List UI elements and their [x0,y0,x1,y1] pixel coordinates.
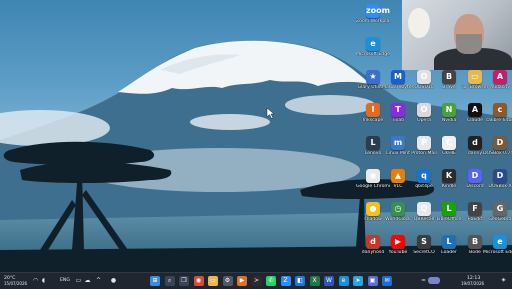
kindle-icon: K [442,169,456,183]
desktop: zoomZoom WorkplaceeMicrosoft Edge★Glary … [0,0,512,272]
ckhie-icon: C [442,136,456,150]
telegram-icon[interactable]: ➤ [353,276,363,286]
settings-icon[interactable]: ⚙ [222,276,233,286]
taskbar: 20°C 15/07/2026 ◠ ◖ ENG ▭ ☁ ^ ● ⊞ ⌕ ❐ ◉ ▭ ⚙ ▶ >… [0,272,512,289]
youtube-icon: ▶ [391,235,405,249]
desktop-icon-label: GeoGebra [488,217,512,222]
file-explorer-icon[interactable]: ▭ [208,276,218,286]
whatsapp-icon[interactable]: ✆ [266,276,276,286]
tixati-icon: T [391,103,405,117]
claude-icon: A [468,103,482,117]
vlc-icon: ▲ [391,169,405,183]
edge-icon[interactable]: e [338,276,349,286]
discord-icon: D [468,169,482,183]
desktop-icon[interactable]: D DOSBox-X [485,167,512,197]
date-left: 15/07/2026 [4,281,28,286]
vscode-icon[interactable]: ◧ [295,276,305,286]
loader-icon: L [442,235,456,249]
desktop-icon-label: Microsoft Edge [483,250,512,255]
proton-icon: P [417,136,431,150]
start-icon[interactable]: ⊞ [150,276,160,286]
qbit-icon: q [417,169,431,183]
dosboxx-icon: D [493,169,507,183]
inkscape-icon: I [366,103,380,117]
user-icon[interactable] [428,277,440,284]
dosbox-icon: D [493,136,507,150]
mail-icon[interactable]: ✉ [382,276,392,286]
desktop-icon[interactable]: zoomZoom Workplace [356,2,390,32]
calibre-icon: c [493,103,507,117]
chrome-icon[interactable]: ◉ [193,276,204,286]
webcam-overlay [402,0,512,70]
terminal-icon[interactable]: > [251,276,262,286]
photos-icon[interactable]: ▣ [367,276,378,286]
bode-icon: B [468,235,482,249]
fbedit-icon: F [468,202,482,216]
cloud-icon[interactable]: ☁ [84,277,91,284]
zoom-icon: zoom [366,4,390,18]
opera-icon: O [417,103,431,117]
person-beard [456,34,482,54]
battery-icon[interactable]: ▭ [75,277,82,284]
language-indicator[interactable]: ENG [60,278,70,283]
edge-icon: e [366,37,380,51]
star-icon: ★ [366,70,380,84]
chrome-icon: ◉ [366,169,380,183]
danny-icon: d [468,136,482,150]
lamp [408,8,430,38]
notifications-icon[interactable]: ◈ [500,277,507,284]
wifi-icon[interactable]: ◠ [32,277,39,284]
desktop-icon-label: Zoom Workplace [356,19,390,24]
clock-date[interactable]: 19/07/2026 [461,281,484,286]
desktop-icon-label: Audacity [489,85,511,90]
worldclock-icon: ◷ [391,202,405,216]
folder-icon: ▭ [468,70,482,84]
media-icon[interactable]: ▶ [237,276,247,286]
edge-icon: e [493,235,507,249]
volume-icon[interactable]: ◖ [40,277,47,284]
malwarebytes-icon: M [391,70,405,84]
word-icon[interactable]: W [324,276,334,286]
chevron-up-icon[interactable]: ^ [95,277,102,284]
brave-icon: B [442,70,456,84]
desktop-icon-label: Microsoft Edge [356,52,390,57]
desktop-icon-label: DOSBox-X [488,184,512,189]
secret-icon: S [417,235,431,249]
desktop-icon-label: DOSBox 0.74-3 [483,151,512,156]
shadow-icon: ● [366,202,380,216]
desktop-icon[interactable]: DDOSBox 0.74-3 [483,134,512,164]
mint-icon: m [391,136,405,150]
excel-icon[interactable]: X [309,276,320,286]
task-view-icon[interactable]: ❐ [179,276,189,286]
notification-icon[interactable]: ● [110,277,117,284]
desktop-icon-label: calibre 64bit [485,118,512,123]
libreoffice-icon: L [442,202,456,216]
oosu-icon: O [417,70,431,84]
desktop-icon[interactable]: eMicrosoft Edge [356,35,390,65]
desktop-icon[interactable]: c calibre 64bit [485,101,512,131]
search-icon[interactable]: ⌕ [164,276,175,286]
recall-icon: Q [417,202,431,216]
wifi-tray-icon[interactable]: ≈ [420,277,427,284]
nvidia-icon: N [442,103,456,117]
danyhos-icon: d [366,235,380,249]
desktop-icon[interactable]: A Audacity [485,68,512,98]
zoom-icon[interactable]: Z [280,276,291,286]
lenovo-icon: L [366,136,380,150]
desktop-icon[interactable]: G GeoGebra [485,200,512,230]
audacity-icon: A [493,70,507,84]
geogebra-icon: G [493,202,507,216]
desktop-icon[interactable]: eMicrosoft Edge [483,233,512,263]
